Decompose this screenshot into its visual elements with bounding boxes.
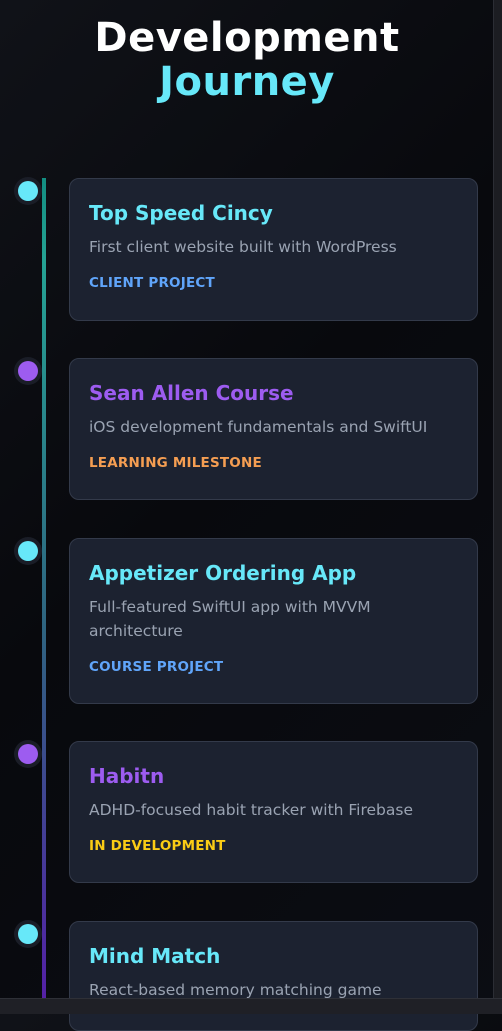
card-title: Sean Allen Course <box>89 381 294 405</box>
timeline-dot <box>18 361 38 381</box>
card-tag: IN DEVELOPMENT <box>89 838 226 854</box>
card-title: Habitn <box>89 764 165 788</box>
card-title: Appetizer Ordering App <box>89 561 357 585</box>
card-description: ADHD-focused habit tracker with Firebase <box>89 801 414 819</box>
timeline-card-appetizer-ordering-app[interactable]: Appetizer Ordering App Full-featured Swi… <box>69 538 478 704</box>
card-description: Full-featured SwiftUI app with MVVM arch… <box>89 598 371 640</box>
card-title: Mind Match <box>89 944 221 968</box>
card-description: iOS development fundamentals and SwiftUI <box>89 418 428 436</box>
card-title: Top Speed Cincy <box>89 201 273 225</box>
page-title-line1: Development <box>94 15 400 61</box>
timeline-card-habitn[interactable]: Habitn ADHD-focused habit tracker with F… <box>69 741 478 883</box>
timeline-dot <box>18 744 38 764</box>
horizontal-scrollbar[interactable] <box>0 998 502 1014</box>
page: Development Journey Top Speed Cincy Firs… <box>0 0 502 1031</box>
timeline-card-top-speed-cincy[interactable]: Top Speed Cincy First client website bui… <box>69 178 478 321</box>
timeline-dot <box>18 181 38 201</box>
timeline-card-mind-match[interactable]: Mind Match React-based memory matching g… <box>69 921 478 1031</box>
timeline-card-sean-allen-course[interactable]: Sean Allen Course iOS development fundam… <box>69 358 478 500</box>
card-tag: LEARNING MILESTONE <box>89 455 262 471</box>
page-title-line2: Journey <box>159 59 335 105</box>
card-tag: CLIENT PROJECT <box>89 275 215 291</box>
timeline-dot <box>18 924 38 944</box>
timeline-line <box>42 178 46 998</box>
card-description: First client website built with WordPres… <box>89 238 397 256</box>
vertical-scrollbar[interactable] <box>493 0 502 1014</box>
timeline-dot <box>18 541 38 561</box>
card-tag: COURSE PROJECT <box>89 659 224 675</box>
